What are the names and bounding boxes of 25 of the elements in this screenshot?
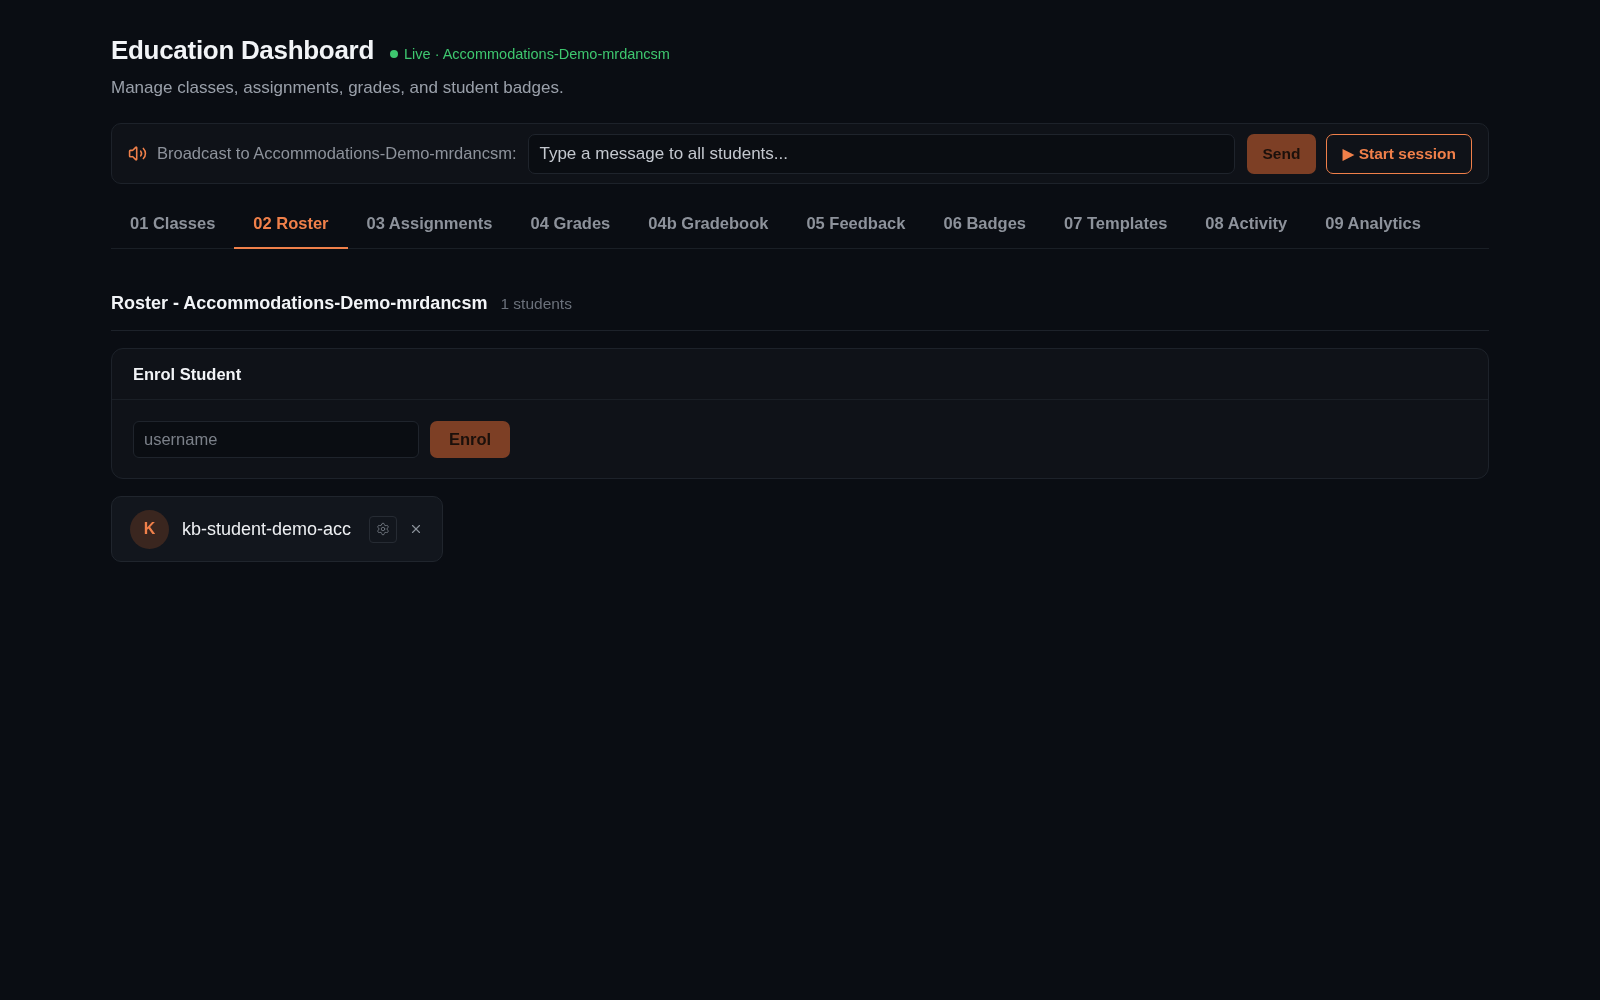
tab[interactable]: 08 Activity — [1186, 200, 1307, 249]
settings-button[interactable] — [369, 515, 398, 543]
message-input[interactable]: Type a message to all students... — [528, 133, 1235, 174]
tab[interactable]: 06 Badges — [924, 200, 1045, 249]
gear-icon — [376, 522, 391, 536]
start-session-button[interactable]: ▶ Start session — [1326, 133, 1472, 174]
tab[interactable]: 04b Gradebook — [629, 200, 788, 249]
live-status: Live · Accommodations-Demo-mrdancsm — [404, 45, 670, 62]
enrol-title: Enrol Student — [133, 365, 243, 384]
speaker-icon — [128, 144, 147, 163]
student-avatar: K — [130, 509, 169, 549]
tab[interactable]: 04 Grades — [511, 200, 630, 249]
page-subtitle: Manage classes, assignments, grades, and student badges. — [111, 78, 565, 98]
tab[interactable]: 05 Feedback — [787, 200, 925, 249]
student-count: 1 students — [500, 295, 572, 313]
roster-title: Roster - Accommodations-Demo-mrdancsm — [111, 293, 488, 314]
broadcast-label: Broadcast to Accommodations-Demo-mrdancsm: — [157, 144, 517, 163]
username-input[interactable]: username — [133, 421, 419, 458]
page-title: Education Dashboard — [111, 35, 374, 66]
tab[interactable]: 07 Templates — [1045, 200, 1187, 249]
tab[interactable]: 03 Assignments — [347, 200, 512, 249]
tab[interactable]: 01 Classes — [111, 200, 235, 249]
tab[interactable]: 02 Roster — [234, 200, 348, 249]
tab[interactable]: 09 Analytics — [1306, 200, 1440, 249]
student-name: kb-student-demo-acc — [182, 518, 352, 540]
